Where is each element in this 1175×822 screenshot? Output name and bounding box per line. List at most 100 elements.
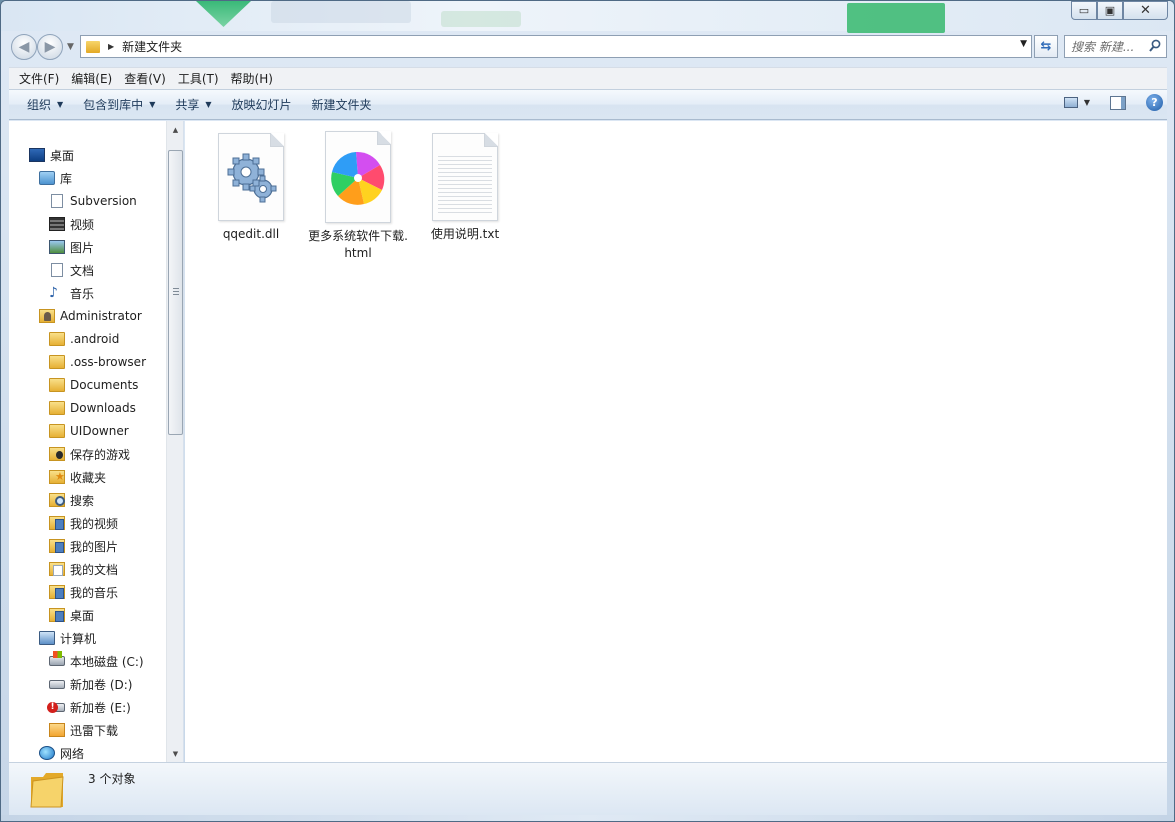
address-dropdown-icon[interactable]: ▼ [1020,39,1027,49]
page-fold [484,133,498,147]
menu-edit[interactable]: 编辑(E) [65,70,118,87]
nav-tree-item[interactable]: 网络 [39,743,84,762]
folder-icon [30,773,64,808]
navigation-scrollbar[interactable]: ▲ ▼ [166,121,183,762]
search-icon[interactable] [1149,39,1161,53]
minimize-icon: ▭ [1078,4,1090,17]
search-input[interactable] [1071,39,1143,54]
music-icon: ♪ [49,285,58,301]
change-view-icon[interactable] [1063,97,1078,108]
help-icon[interactable]: ? [1146,94,1163,111]
nav-tree-label: 搜索 [70,493,95,508]
menu-tools[interactable]: 工具(T) [172,70,225,87]
folder-tree: 桌面库 Subversion 视频 图片 文档 ♪ 音乐 Administrator .andr… [9,121,166,762]
nav-tree-item[interactable]: 我的图片 [49,536,118,556]
folder-icon [49,378,65,392]
nav-tree-item[interactable]: Documents [49,375,138,395]
dll-file-thumbnail [218,133,284,221]
share-button[interactable]: 共享 ▼ [165,96,221,113]
menu-view[interactable]: 查看(V) [118,70,172,87]
scroll-up-icon[interactable]: ▲ [167,121,184,138]
nav-tree-item[interactable]: 文档 [49,260,94,280]
breadcrumb-chevron-icon[interactable]: ▶ [108,42,114,51]
slideshow-button[interactable]: 放映幻灯片 [222,96,302,113]
browser-pinwheel-icon [331,151,385,205]
nav-tree-label: 库 [60,171,73,186]
menu-bar: 文件(F) 编辑(E) 查看(V) 工具(T) 帮助(H) [9,67,1167,89]
view-options-dropdown-icon[interactable]: ▼ [1084,98,1090,107]
file-name[interactable]: 使用说明.txt [415,226,515,243]
nav-tree-item[interactable]: 库 [39,168,72,188]
title-bar[interactable] [1,1,1174,31]
close-button[interactable]: ✕ [1123,1,1168,20]
nav-tree-item[interactable]: 保存的游戏 [49,444,130,464]
search-box[interactable] [1064,35,1167,58]
nav-tree-label: 网络 [60,746,85,761]
preview-pane-icon[interactable] [1110,95,1126,110]
nav-tree-item[interactable]: 图片 [49,237,94,257]
nav-tree-label: 本地磁盘 (C:) [70,654,144,669]
include-in-library-label: 包含到库中 [83,98,144,112]
nav-tree-item[interactable]: 我的视频 [49,513,118,533]
nav-tree-item[interactable]: 搜索 [49,490,94,510]
drive-icon [49,679,65,689]
menu-help[interactable]: 帮助(H) [225,70,279,87]
nav-tree-label: 视频 [70,217,95,232]
nav-tree-item[interactable]: .android [49,329,119,349]
minimize-button[interactable]: ▭ [1071,1,1097,20]
organize-button[interactable]: 组织 ▼ [17,96,73,113]
scrollbar-thumb[interactable] [168,150,183,435]
nav-tree-item[interactable]: 收藏夹 [49,467,106,487]
file-name[interactable]: 更多系统软件下载.html [308,228,408,262]
gear-icon [227,153,277,203]
nav-tree-item[interactable]: 视频 [49,214,94,234]
scroll-down-icon[interactable]: ▼ [167,745,184,762]
nav-tree-label: Downloads [70,401,136,415]
nav-tree-item[interactable]: 新加卷 (D:) [49,674,132,694]
nav-tree-item[interactable]: 桌面 [49,605,94,625]
nav-tree-item[interactable]: Subversion [49,191,137,211]
background-app-title [271,1,411,23]
forward-button[interactable]: ▶ [37,34,63,60]
nav-tree-item[interactable]: Administrator [39,306,142,326]
refresh-button[interactable]: ⇆ [1034,35,1058,58]
file-item[interactable]: 更多系统软件下载.html [308,131,408,262]
menu-file[interactable]: 文件(F) [13,70,65,87]
text-file-thumbnail [432,133,498,221]
nav-tree-item[interactable]: Downloads [49,398,136,418]
nav-tree-label: 新加卷 (D:) [70,677,133,692]
recent-pages-dropdown-icon[interactable]: ▼ [67,42,74,52]
file-name[interactable]: qqedit.dll [201,226,301,243]
nav-tree-item[interactable]: ♪ 音乐 [49,283,94,303]
document-icon [51,263,63,277]
nav-tree-item[interactable]: .oss-browser [49,352,146,372]
breadcrumb-current[interactable]: 新建文件夹 [122,38,182,55]
item-count: 3 个对象 [88,772,136,786]
desktop-icon [29,148,45,162]
folder-icon [49,401,65,415]
back-button[interactable]: ◀ [11,34,37,60]
maximize-button[interactable]: ▣ [1097,1,1123,20]
file-item[interactable]: 使用说明.txt [415,133,515,243]
folder-icon [49,355,65,369]
nav-tree-label: 计算机 [60,631,97,646]
file-item[interactable]: qqedit.dll [201,133,301,243]
new-folder-button[interactable]: 新建文件夹 [302,96,382,113]
nav-tree-item[interactable]: UIDowner [49,421,129,441]
nav-tree-item[interactable]: 新加卷 (E:) [47,697,131,717]
nav-tree-label: 保存的游戏 [70,447,131,462]
drive-error-icon [47,701,65,713]
address-bar[interactable]: ▶ 新建文件夹 ▼ [80,35,1032,58]
nav-tree-item[interactable]: 桌面 [29,145,74,165]
folder-icon [86,40,100,53]
new-folder-label: 新建文件夹 [311,98,372,112]
nav-tree-item[interactable]: 计算机 [39,628,96,648]
nav-tree-item[interactable]: 本地磁盘 (C:) [49,651,144,671]
nav-tree-item[interactable]: 我的文档 [49,559,118,579]
include-in-library-button[interactable]: 包含到库中 ▼ [73,96,165,113]
details-pane: 3 个对象 [9,762,1167,815]
nav-tree-label: Subversion [70,194,137,208]
nav-tree-item[interactable]: 我的音乐 [49,582,118,602]
nav-tree-item[interactable]: 迅雷下载 [49,720,118,740]
searches-icon [49,493,65,507]
